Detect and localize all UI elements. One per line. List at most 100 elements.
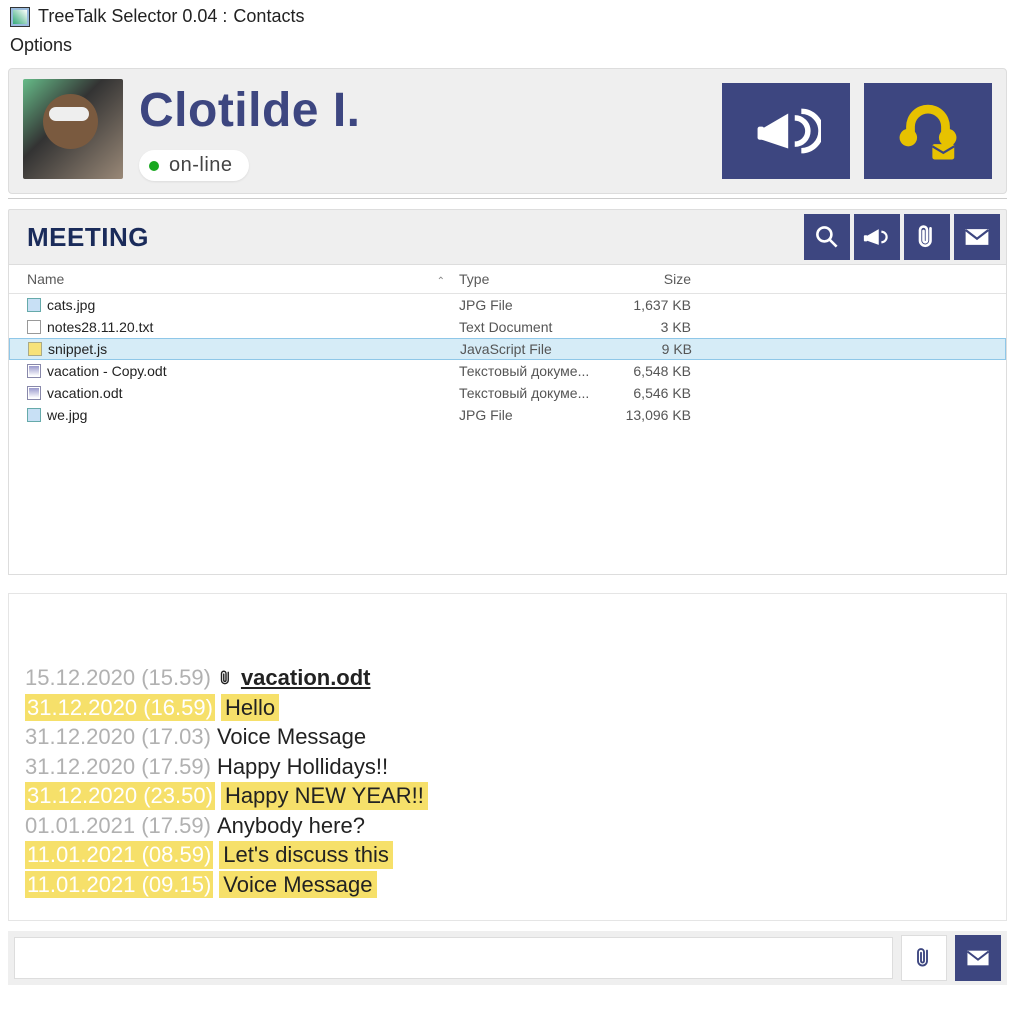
input-bar — [8, 931, 1007, 985]
file-size: 9 KB — [600, 341, 720, 357]
support-button[interactable] — [864, 83, 992, 179]
message-timestamp: 11.01.2021 (08.59) — [25, 841, 213, 869]
mail-icon — [963, 223, 991, 251]
message-text[interactable]: vacation.odt — [241, 664, 371, 692]
file-type: JPG File — [459, 407, 599, 423]
name-column: Clotilde I. on-line — [139, 79, 706, 181]
message-timestamp: 31.12.2020 (16.59) — [25, 694, 215, 722]
contact-header: Clotilde I. on-line — [8, 68, 1007, 194]
table-row[interactable]: cats.jpg JPG File1,637 KB — [9, 294, 1006, 316]
mail-send-icon — [965, 945, 991, 971]
file-type-icon — [28, 342, 42, 356]
paperclip-icon — [217, 669, 235, 687]
section-bar: MEETING — [8, 209, 1007, 265]
file-name: vacation.odt — [47, 385, 123, 401]
broadcast-small-button[interactable] — [854, 214, 900, 260]
file-type: JavaScript File — [460, 341, 600, 357]
chat-message: 11.01.2021 (08.59)Let's discuss this — [25, 841, 990, 869]
app-icon — [10, 7, 30, 27]
file-size: 6,548 KB — [599, 363, 719, 379]
file-name: we.jpg — [47, 407, 87, 423]
menu-options[interactable]: Options — [10, 35, 72, 55]
file-type-icon — [27, 408, 41, 422]
message-text: Let's discuss this — [219, 841, 393, 869]
file-name: vacation - Copy.odt — [47, 363, 167, 379]
section-title: MEETING — [9, 212, 167, 263]
message-timestamp: 31.12.2020 (23.50) — [25, 782, 215, 810]
message-timestamp: 01.01.2021 (17.59) — [25, 812, 211, 840]
file-size: 6,546 KB — [599, 385, 719, 401]
send-button[interactable] — [955, 935, 1001, 981]
menubar: Options — [0, 33, 1015, 64]
message-timestamp: 31.12.2020 (17.59) — [25, 753, 211, 781]
file-name: cats.jpg — [47, 297, 95, 313]
file-rows: cats.jpgJPG File1,637 KBnotes28.11.20.tx… — [9, 294, 1006, 426]
divider — [8, 198, 1007, 199]
table-row[interactable]: notes28.11.20.txt Text Document3 KB — [9, 316, 1006, 338]
chat-message: 31.12.2020 (17.59)Happy Hollidays!! — [25, 753, 990, 781]
file-table-header: Name ⌃ Type Size — [9, 265, 1006, 294]
message-text: Anybody here? — [217, 812, 365, 840]
search-button[interactable] — [804, 214, 850, 260]
status-dot-icon — [149, 161, 159, 171]
col-header-type[interactable]: Type — [459, 271, 599, 287]
chat-message: 31.12.2020 (17.03)Voice Message — [25, 723, 990, 751]
chat-panel: 15.12.2020 (15.59)vacation.odt31.12.2020… — [8, 593, 1007, 921]
headset-mail-icon — [893, 96, 963, 166]
col-header-size[interactable]: Size — [599, 271, 719, 287]
chat-message: 11.01.2021 (09.15)Voice Message — [25, 871, 990, 899]
file-type: Text Document — [459, 319, 599, 335]
file-type-icon — [27, 320, 41, 334]
col-header-name[interactable]: Name ⌃ — [9, 271, 459, 287]
status-badge: on-line — [139, 150, 249, 181]
file-panel: Name ⌃ Type Size cats.jpgJPG File1,637 K… — [8, 265, 1007, 575]
file-type: Текстовый докуме... — [459, 385, 599, 401]
chat-message: 31.12.2020 (16.59)Hello — [25, 694, 990, 722]
app-name: TreeTalk Selector 0.04 : — [38, 6, 227, 27]
header-actions — [722, 83, 992, 179]
contact-name: Clotilde I. — [139, 83, 706, 138]
message-input[interactable] — [14, 937, 893, 979]
file-size: 13,096 KB — [599, 407, 719, 423]
message-text: Voice Message — [217, 723, 366, 751]
file-size: 3 KB — [599, 319, 719, 335]
chat-message: 31.12.2020 (23.50)Happy NEW YEAR!! — [25, 782, 990, 810]
search-icon — [813, 223, 841, 251]
titlebar-section: Contacts — [233, 6, 304, 27]
megaphone-icon — [751, 96, 821, 166]
table-row[interactable]: vacation - Copy.odt Текстовый докуме...6,… — [9, 360, 1006, 382]
section-actions — [798, 210, 1006, 264]
message-text: Happy Hollidays!! — [217, 753, 388, 781]
file-name: notes28.11.20.txt — [47, 319, 153, 335]
mail-button[interactable] — [954, 214, 1000, 260]
message-timestamp: 15.12.2020 (15.59) — [25, 664, 211, 692]
file-size: 1,637 KB — [599, 297, 719, 313]
col-name-label: Name — [27, 271, 64, 287]
table-row[interactable]: snippet.js JavaScript File9 KB — [9, 338, 1006, 360]
message-timestamp: 11.01.2021 (09.15) — [25, 871, 213, 899]
table-row[interactable]: we.jpg JPG File13,096 KB — [9, 404, 1006, 426]
titlebar: TreeTalk Selector 0.04 : Contacts — [0, 0, 1015, 33]
paperclip-icon — [913, 223, 941, 251]
avatar — [23, 79, 123, 179]
table-row[interactable]: vacation.odt Текстовый докуме...6,546 KB — [9, 382, 1006, 404]
chat-message: 15.12.2020 (15.59) vacation.odt — [25, 664, 990, 692]
megaphone-small-icon — [863, 223, 891, 251]
attach-button[interactable] — [904, 214, 950, 260]
file-type: JPG File — [459, 297, 599, 313]
message-text: Happy NEW YEAR!! — [221, 782, 428, 810]
chat-message: 01.01.2021 (17.59)Anybody here? — [25, 812, 990, 840]
status-text: on-line — [169, 154, 233, 177]
message-text: Hello — [221, 694, 279, 722]
file-type-icon — [27, 386, 41, 400]
paperclip-icon — [912, 946, 936, 970]
file-type-icon — [27, 298, 41, 312]
broadcast-button[interactable] — [722, 83, 850, 179]
attach-input-button[interactable] — [901, 935, 947, 981]
file-type-icon — [27, 364, 41, 378]
sort-caret-icon: ⌃ — [437, 276, 445, 287]
file-name: snippet.js — [48, 341, 107, 357]
file-type: Текстовый докуме... — [459, 363, 599, 379]
message-text: Voice Message — [219, 871, 376, 899]
message-timestamp: 31.12.2020 (17.03) — [25, 723, 211, 751]
